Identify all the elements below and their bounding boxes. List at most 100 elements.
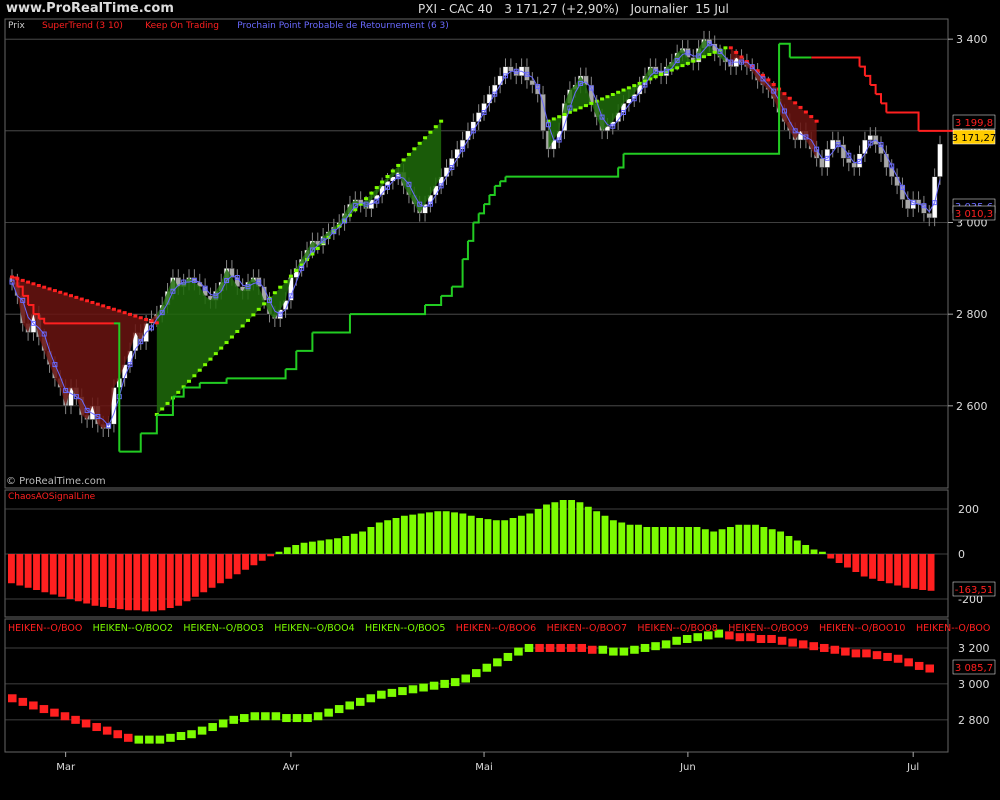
candle-body: [867, 135, 874, 141]
osc-bar: [16, 554, 24, 586]
candle-body: [508, 66, 514, 72]
candle-body: [443, 167, 450, 177]
supertrend-bull-marker: [288, 274, 293, 278]
heiken-bar: [345, 701, 354, 710]
supertrend-bull-marker: [369, 191, 374, 195]
candle-body: [475, 112, 482, 122]
price-legend-prefix: Prix: [8, 21, 25, 31]
supertrend-bear-marker: [63, 292, 68, 296]
heiken-bar: [577, 643, 586, 652]
supertrend-bull-marker: [632, 84, 637, 88]
supertrend-bull-marker: [251, 313, 256, 317]
heiken-legend-item: HEIKEN--O/BOO3: [183, 623, 263, 634]
osc-bar: [802, 545, 810, 554]
supertrend-bull-marker: [621, 88, 626, 92]
supertrend-bull-marker: [283, 280, 288, 284]
osc-bar: [133, 554, 141, 611]
supertrend-bull-marker: [294, 269, 299, 273]
osc-bar: [91, 554, 99, 606]
heiken-bar: [809, 642, 818, 651]
osc-bar: [902, 554, 910, 588]
osc-bar: [300, 542, 308, 554]
badge-3199: 3 199,8: [955, 118, 993, 129]
heiken-bar: [735, 633, 745, 642]
osc-bar: [350, 533, 358, 554]
heiken-bar: [746, 633, 755, 642]
heiken-bar: [798, 640, 808, 649]
osc-bar: [400, 515, 408, 554]
supertrend-bear-marker: [728, 46, 733, 50]
heiken-bar: [218, 719, 228, 728]
heiken-bar: [598, 645, 608, 654]
osc-bar: [910, 554, 918, 589]
supertrend-bear-marker: [809, 115, 814, 119]
osc-bar: [150, 554, 157, 612]
supertrend-bear-marker: [20, 278, 25, 282]
osc-bar: [593, 511, 601, 554]
supertrend-bear-marker: [144, 317, 149, 321]
heiken-bar: [503, 652, 513, 661]
osc-bar: [33, 554, 40, 590]
supertrend-bear-marker: [47, 287, 52, 291]
heiken-bar: [39, 705, 49, 714]
heiken-bar: [914, 661, 924, 670]
heiken-bar: [535, 643, 544, 652]
supertrend-bear-marker: [793, 101, 798, 105]
osc-bar: [476, 518, 484, 554]
chart-canvas[interactable]: 2 600 2 800 3 000 3 200 3 400 Prix SuperTrend …: [0, 0, 1000, 800]
watermark: © ProRealTime.com: [6, 476, 106, 487]
osc-bar: [166, 554, 174, 608]
supertrend-bear-marker: [814, 119, 819, 123]
heiken-bar: [313, 712, 323, 721]
supertrend-bear-marker: [771, 83, 776, 86]
osc-bar: [844, 554, 851, 568]
heiken-bar: [651, 642, 660, 651]
supertrend-bull-marker: [723, 46, 728, 50]
osc-bar: [852, 554, 860, 572]
heiken-bar: [229, 715, 238, 724]
heiken-bar: [50, 708, 59, 717]
osc-bar: [334, 538, 341, 554]
heiken-bar: [187, 730, 196, 739]
supertrend-bull-marker: [401, 158, 406, 162]
supertrend-bull-marker: [240, 324, 245, 328]
pivot-line: [11, 43, 941, 427]
osc-bar: [66, 554, 74, 599]
heiken-bar: [387, 688, 397, 697]
heiken-bar: [408, 685, 418, 694]
heiken-bar: [482, 663, 492, 672]
osc-bar: [752, 524, 759, 554]
supertrend-bull-marker: [680, 64, 685, 68]
heiken-bar: [872, 651, 882, 660]
osc-bar: [509, 518, 517, 554]
supertrend-bull-marker: [423, 136, 428, 140]
osc-bar: [501, 520, 509, 554]
supertrend-bear-marker: [42, 285, 47, 289]
supertrend-bear-marker: [734, 50, 739, 54]
heiken-bar: [461, 674, 470, 683]
supertrend-bull-marker: [219, 346, 224, 350]
supertrend-bull-marker: [315, 246, 320, 250]
heiken-legend-item: HEIKEN--O/BOO: [916, 623, 990, 634]
osc-bar: [559, 500, 567, 554]
osc-bar: [626, 524, 634, 554]
osc-bar: [877, 554, 885, 581]
supertrend-bull-marker: [675, 66, 680, 70]
candle-body: [905, 199, 911, 209]
candle-body: [819, 158, 825, 168]
supertrend-bull-marker: [213, 352, 218, 356]
osc-bar: [292, 545, 300, 554]
heiken-bar: [830, 645, 840, 654]
heiken-bar: [609, 647, 618, 656]
heiken-bar: [545, 643, 555, 652]
osc-bar: [108, 554, 116, 608]
supertrend-bear-marker: [766, 78, 771, 82]
heiken-bar: [197, 726, 207, 735]
osc-bar: [885, 554, 893, 584]
osc-legend: ChaosAOSignalLine: [8, 492, 96, 502]
supertrend-bull-marker: [428, 130, 433, 134]
supertrend-bull-marker: [176, 390, 181, 394]
candle-body: [846, 158, 852, 164]
osc-bar: [777, 531, 785, 554]
supertrend-bull-marker: [203, 363, 208, 367]
